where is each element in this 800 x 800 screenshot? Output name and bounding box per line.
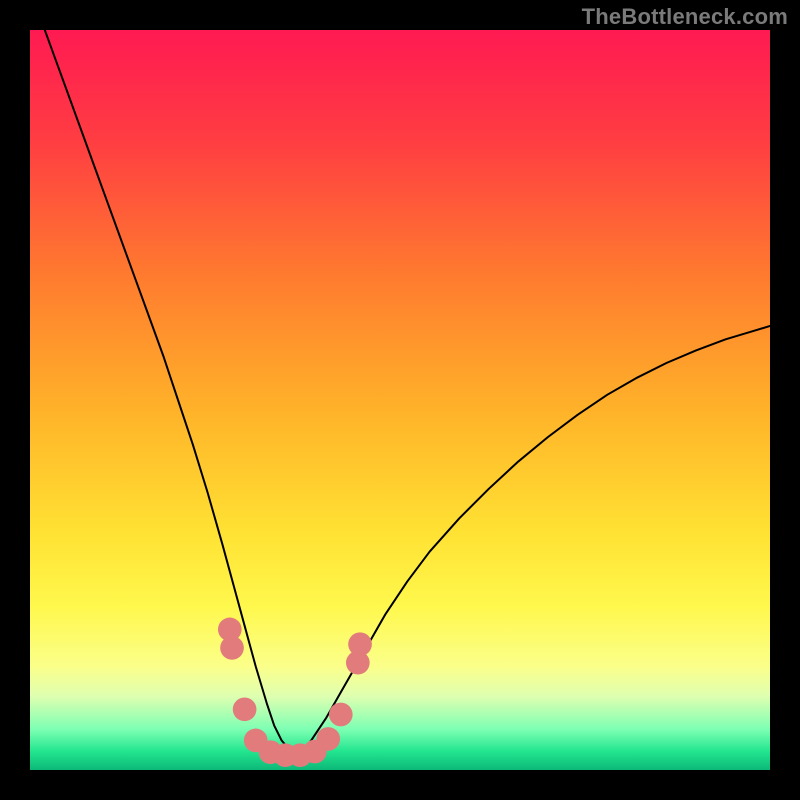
marker-dot: [316, 727, 340, 751]
marker-dot: [348, 632, 372, 656]
marker-dot: [329, 703, 353, 727]
marker-dot: [233, 697, 257, 721]
marker-dot: [220, 636, 244, 660]
plot-area: [30, 30, 770, 770]
gradient-background: [30, 30, 770, 770]
chart-svg: [30, 30, 770, 770]
chart-frame: TheBottleneck.com: [0, 0, 800, 800]
attribution-text: TheBottleneck.com: [582, 4, 788, 30]
